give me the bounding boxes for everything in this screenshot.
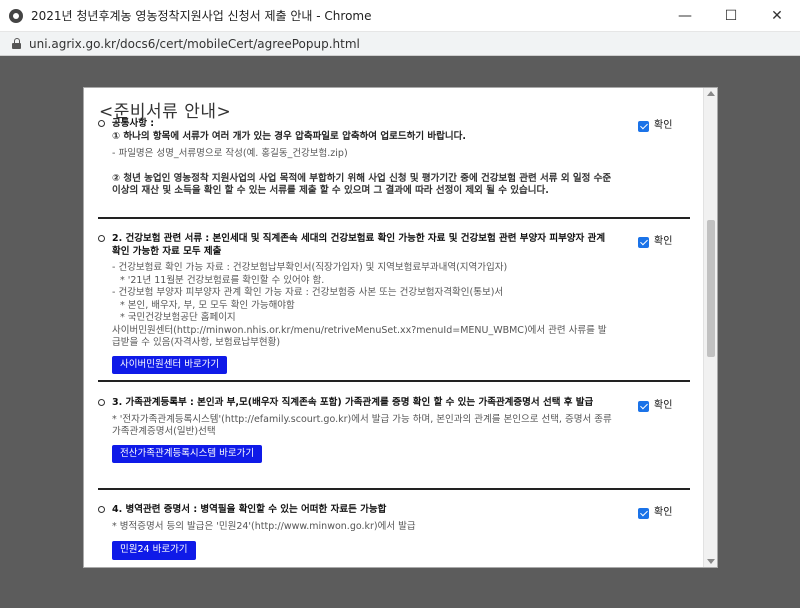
section-heading-text: 4. 병역관련 증명서 : 병역필을 확인할 수 있는 어떠한 자료든 가능합 bbox=[112, 504, 387, 515]
section-text: 사이버민원센터(http://minwon.nhis.or.kr/menu/re… bbox=[112, 324, 607, 349]
section-text: ① 하나의 항목에 서류가 여러 개가 있는 경우 압축파일로 압축하여 업로드… bbox=[112, 130, 466, 142]
confirm-label: 확인 bbox=[654, 236, 673, 247]
checkbox-checked-icon[interactable] bbox=[638, 507, 649, 519]
section-text: * 국민건강보험공단 홈페이지 bbox=[120, 312, 236, 323]
bullet-icon bbox=[98, 506, 105, 513]
maximize-button[interactable]: ☐ bbox=[708, 0, 754, 32]
section-text: * '전자가족관계등록시스템'(http://efamily.scourt.go… bbox=[112, 413, 612, 438]
section-text: - 건강보험료 확인 가능 자료 : 건강보험납부확인서(직장가입자) 및 지역… bbox=[112, 262, 508, 273]
confirm-label: 확인 bbox=[654, 507, 673, 518]
section-heading: 4. 병역관련 증명서 : 병역필을 확인할 수 있는 어떠한 자료든 가능합 bbox=[98, 504, 608, 517]
section-common: 공통사항 : ① 하나의 항목에 서류가 여러 개가 있는 경우 압축파일로 압… bbox=[98, 118, 688, 198]
confirm-checkbox-1[interactable]: 확인 bbox=[638, 120, 672, 133]
close-button[interactable]: ✕ bbox=[754, 0, 800, 32]
bullet-icon bbox=[98, 399, 105, 406]
confirm-label: 확인 bbox=[654, 400, 673, 411]
scrollbar[interactable] bbox=[703, 88, 717, 567]
minwon24-link-button[interactable]: 민원24 바로가기 bbox=[112, 541, 196, 560]
minimize-button[interactable]: — bbox=[662, 0, 708, 32]
url-text[interactable]: uni.agrix.go.kr/docs6/cert/mobileCert/ag… bbox=[29, 37, 360, 51]
section-heading-text: 3. 가족관계등록부 : 본인과 부,모(배우자 직계존속 포함) 가족관계를 … bbox=[112, 397, 594, 408]
section-text: ② 청년 농업인 영농정착 지원사업의 사업 목적에 부합하기 위해 사업 신청… bbox=[112, 172, 612, 197]
scroll-down-icon[interactable] bbox=[707, 559, 715, 564]
cyber-minwon-link-button[interactable]: 사이버민원센터 바로가기 bbox=[112, 355, 228, 374]
section-text: - 건강보험 부양자 피부양자 관계 확인 가능 자료 : 건강보험증 사본 또… bbox=[112, 287, 504, 298]
confirm-label: 확인 bbox=[654, 120, 673, 131]
confirm-checkbox-4[interactable]: 확인 bbox=[638, 507, 672, 520]
checkbox-checked-icon[interactable] bbox=[638, 400, 649, 412]
confirm-checkbox-3[interactable]: 확인 bbox=[638, 400, 672, 413]
chrome-icon bbox=[9, 8, 23, 23]
checkbox-checked-icon[interactable] bbox=[638, 236, 649, 248]
divider bbox=[98, 488, 690, 490]
section-heading: 공통사항 : bbox=[98, 118, 608, 131]
section-text: * '21년 11월분 건강보험료를 확인할 수 있어야 함. bbox=[120, 274, 325, 286]
section-heading-text: 공통사항 : bbox=[112, 118, 155, 129]
scroll-up-icon[interactable] bbox=[707, 91, 715, 96]
address-bar[interactable]: uni.agrix.go.kr/docs6/cert/mobileCert/ag… bbox=[0, 32, 800, 56]
scrollbar-thumb[interactable] bbox=[707, 220, 715, 357]
efamily-link-button[interactable]: 전산가족관계등록시스템 바로가기 bbox=[112, 444, 263, 463]
divider bbox=[98, 217, 690, 219]
checkbox-checked-icon[interactable] bbox=[638, 120, 649, 132]
section-text: - 파일명은 성명_서류명으로 작성(예. 홍길동_건강보험.zip) bbox=[112, 148, 348, 159]
section-text: * 본인, 배우자, 부, 모 모두 확인 가능해야함 bbox=[120, 299, 295, 311]
section-family-relation: 3. 가족관계등록부 : 본인과 부,모(배우자 직계존속 포함) 가족관계를 … bbox=[98, 397, 688, 463]
popup-window: <준비서류 안내> 공통사항 : ① 하나의 항목에 서류가 여러 개가 있는 … bbox=[83, 87, 718, 568]
window-titlebar: 2021년 청년후계농 영농정착지원사업 신청서 제출 안내 - Chrome … bbox=[0, 0, 800, 32]
lock-icon bbox=[12, 38, 21, 49]
bullet-icon bbox=[98, 235, 105, 242]
divider bbox=[98, 380, 690, 382]
section-heading: 3. 가족관계등록부 : 본인과 부,모(배우자 직계존속 포함) 가족관계를 … bbox=[98, 397, 608, 410]
window-title: 2021년 청년후계농 영농정착지원사업 신청서 제출 안내 - Chrome bbox=[31, 9, 372, 23]
window-controls: — ☐ ✕ bbox=[662, 0, 800, 32]
section-text: * 병적증명서 등의 발급은 '민원24'(http://www.minwon.… bbox=[112, 520, 416, 532]
popup-content: <준비서류 안내> 공통사항 : ① 하나의 항목에 서류가 여러 개가 있는 … bbox=[84, 88, 704, 567]
section-military: 4. 병역관련 증명서 : 병역필을 확인할 수 있는 어떠한 자료든 가능합 … bbox=[98, 504, 688, 560]
section-heading: 2. 건강보험 관련 서류 : 본인세대 및 직계존속 세대의 건강보험료 확인… bbox=[98, 233, 608, 258]
bullet-icon bbox=[98, 120, 105, 127]
confirm-checkbox-2[interactable]: 확인 bbox=[638, 236, 672, 249]
section-health-insurance: 2. 건강보험 관련 서류 : 본인세대 및 직계존속 세대의 건강보험료 확인… bbox=[98, 233, 688, 374]
section-heading-text: 2. 건강보험 관련 서류 : 본인세대 및 직계존속 세대의 건강보험료 확인… bbox=[112, 233, 606, 257]
